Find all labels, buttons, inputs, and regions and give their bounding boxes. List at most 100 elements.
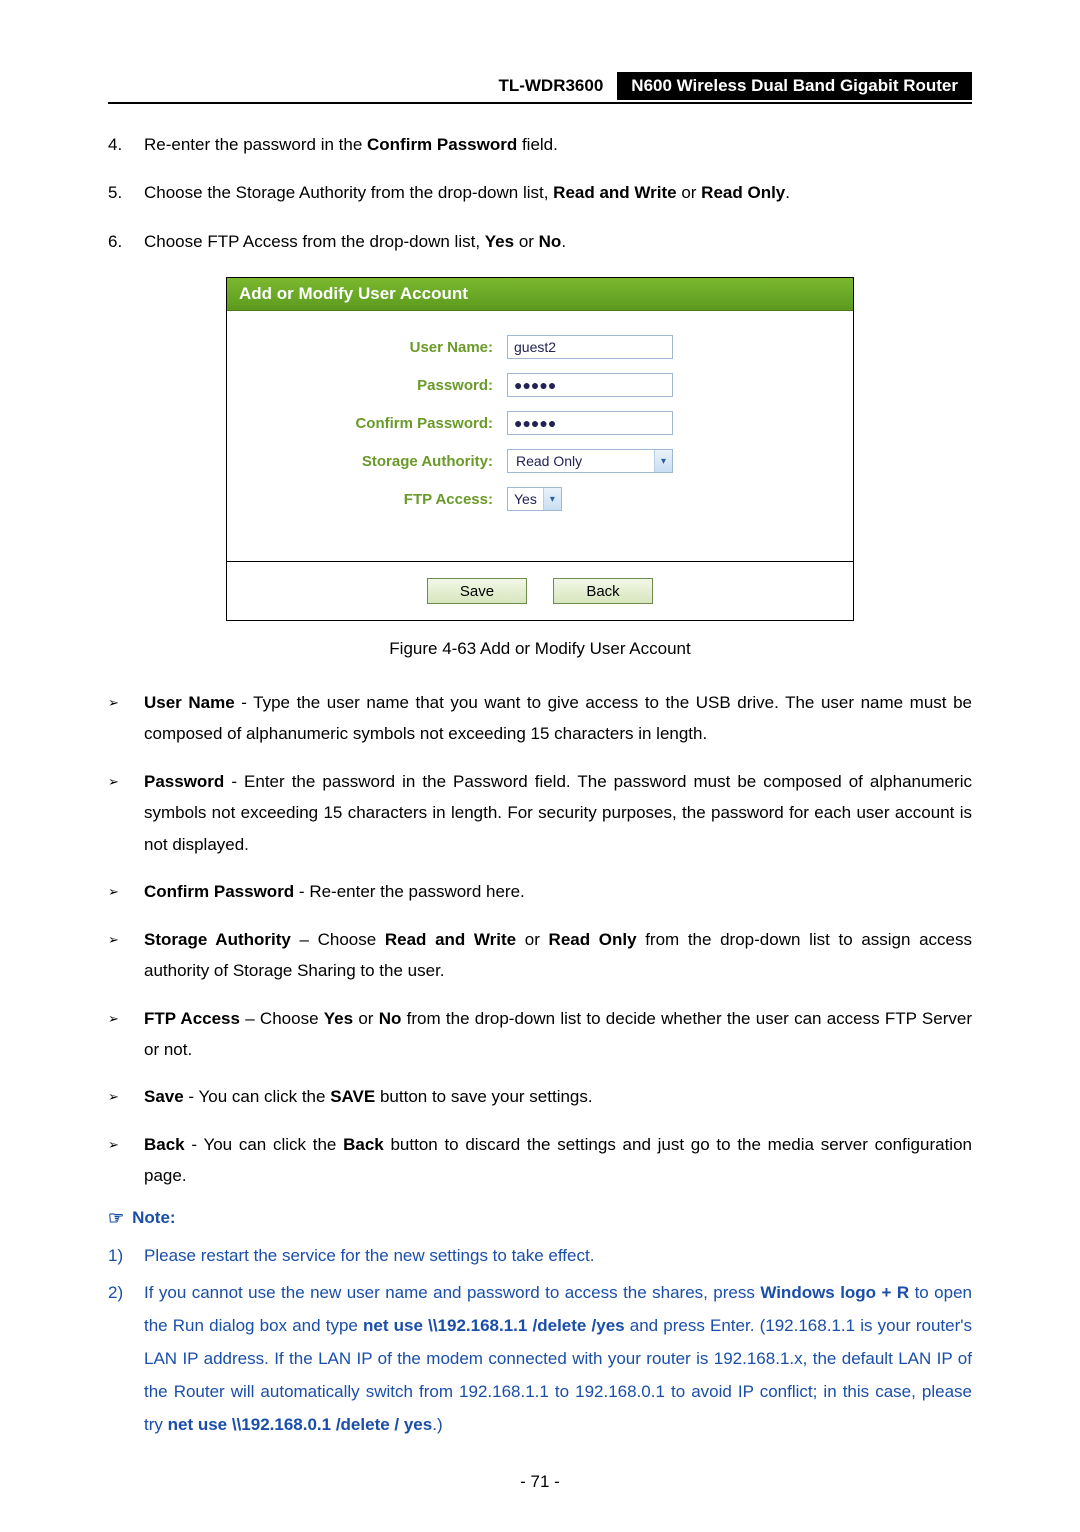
figure-caption: Figure 4-63 Add or Modify User Account xyxy=(108,639,972,659)
text: - xyxy=(184,1087,199,1106)
bold-text: Back xyxy=(144,1135,185,1154)
note-text: Please restart the service for the new s… xyxy=(144,1239,972,1272)
username-label: User Name: xyxy=(227,339,507,356)
bold-text: Read and Write xyxy=(553,183,676,202)
confirm-label: Confirm Password: xyxy=(227,415,507,432)
arrow-icon: ➢ xyxy=(108,766,144,860)
ftp-access-select[interactable]: Yes ▾ xyxy=(507,487,562,511)
password-input[interactable]: ●●●●● xyxy=(507,373,673,397)
step-6: 6. Choose FTP Access from the drop-down … xyxy=(108,229,972,255)
bullet-text: FTP Access – Choose Yes or No from the d… xyxy=(144,1003,972,1066)
bold-text: SAVE xyxy=(330,1087,375,1106)
bold-text: Save xyxy=(144,1087,184,1106)
text: button to save your settings. xyxy=(375,1087,592,1106)
text: Re-enter the password here. xyxy=(309,882,524,901)
bold-text: net use \\192.168.0.1 /delete / yes xyxy=(168,1415,433,1434)
text: or xyxy=(514,232,539,251)
header: TL-WDR3600 N600 Wireless Dual Band Gigab… xyxy=(108,72,972,104)
bold-text: Back xyxy=(343,1135,384,1154)
select-value: Read Only xyxy=(508,453,654,469)
arrow-icon: ➢ xyxy=(108,1129,144,1192)
bold-text: No xyxy=(379,1009,402,1028)
text: Type the user name that you want to give… xyxy=(144,693,972,743)
bullet-item: ➢Back - You can click the Back button to… xyxy=(108,1129,972,1192)
bold-text: FTP Access xyxy=(144,1009,240,1028)
username-input[interactable]: guest2 xyxy=(507,335,673,359)
bullet-item: ➢User Name - Type the user name that you… xyxy=(108,687,972,750)
bold-text: Read Only xyxy=(549,930,637,949)
step-text: Choose the Storage Authority from the dr… xyxy=(144,180,972,206)
bold-text: Yes xyxy=(324,1009,353,1028)
page: TL-WDR3600 N600 Wireless Dual Band Gigab… xyxy=(0,0,1080,1532)
text: Choose the Storage Authority from the dr… xyxy=(144,183,553,202)
save-button[interactable]: Save xyxy=(427,578,527,604)
storage-authority-select[interactable]: Read Only ▾ xyxy=(507,449,673,473)
bullet-item: ➢Save - You can click the SAVE button to… xyxy=(108,1081,972,1112)
bold-text: Yes xyxy=(485,232,514,251)
text: field. xyxy=(517,135,558,154)
bullet-item: ➢Storage Authority – Choose Read and Wri… xyxy=(108,924,972,987)
bullet-text: Save - You can click the SAVE button to … xyxy=(144,1081,972,1112)
text: - xyxy=(185,1135,204,1154)
step-text: Re-enter the password in the Confirm Pas… xyxy=(144,132,972,158)
bold-text: net use \\192.168.1.1 /delete /yes xyxy=(363,1316,625,1335)
ftp-access-label: FTP Access: xyxy=(227,491,507,508)
step-number: 6. xyxy=(108,229,144,255)
bold-text: User Name xyxy=(144,693,235,712)
figure-add-modify-user: Add or Modify User Account User Name: gu… xyxy=(226,277,854,621)
note-label: Note: xyxy=(132,1208,175,1228)
chevron-down-icon: ▾ xyxy=(543,488,561,510)
bold-text: Confirm Password xyxy=(144,882,294,901)
bold-text: No xyxy=(539,232,562,251)
text: - xyxy=(235,693,253,712)
text: Choose xyxy=(318,930,385,949)
text: .) xyxy=(432,1415,442,1434)
text: . xyxy=(785,183,790,202)
text: You can click the xyxy=(203,1135,343,1154)
bullet-text: Back - You can click the Back button to … xyxy=(144,1129,972,1192)
arrow-icon: ➢ xyxy=(108,876,144,907)
confirm-input[interactable]: ●●●●● xyxy=(507,411,673,435)
step-4: 4. Re-enter the password in the Confirm … xyxy=(108,132,972,158)
back-button[interactable]: Back xyxy=(553,578,653,604)
chevron-down-icon: ▾ xyxy=(654,450,672,472)
note-item: 1)Please restart the service for the new… xyxy=(108,1239,972,1272)
password-label: Password: xyxy=(227,377,507,394)
bullet-item: ➢Confirm Password - Re-enter the passwor… xyxy=(108,876,972,907)
note-text: If you cannot use the new user name and … xyxy=(144,1276,972,1442)
figure-footer: Save Back xyxy=(227,561,853,620)
select-value: Yes xyxy=(508,491,543,507)
text: - xyxy=(294,882,309,901)
text: Enter the password in the Password field… xyxy=(144,772,972,854)
text: . xyxy=(561,232,566,251)
bullet-text: Storage Authority – Choose Read and Writ… xyxy=(144,924,972,987)
note-header: ☞ Note: xyxy=(108,1208,972,1229)
step-5: 5. Choose the Storage Authority from the… xyxy=(108,180,972,206)
text: or xyxy=(516,930,548,949)
note-number: 2) xyxy=(108,1276,144,1442)
bold-text: Password xyxy=(144,772,224,791)
bullet-text: User Name - Type the user name that you … xyxy=(144,687,972,750)
note-item: 2)If you cannot use the new user name an… xyxy=(108,1276,972,1442)
text: Choose xyxy=(260,1009,324,1028)
figure-titlebar: Add or Modify User Account xyxy=(227,278,853,311)
bullet-text: Password - Enter the password in the Pas… xyxy=(144,766,972,860)
bold-text: Storage Authority xyxy=(144,930,291,949)
bold-text: Read and Write xyxy=(385,930,516,949)
bold-text: Confirm Password xyxy=(367,135,517,154)
bullet-text: Confirm Password - Re-enter the password… xyxy=(144,876,972,907)
bold-text: Read Only xyxy=(701,183,785,202)
header-title: N600 Wireless Dual Band Gigabit Router xyxy=(617,72,972,100)
header-model: TL-WDR3600 xyxy=(498,72,617,100)
text: – xyxy=(240,1009,260,1028)
page-number: - 71 - xyxy=(108,1472,972,1492)
pointing-hand-icon: ☞ xyxy=(108,1208,124,1229)
arrow-icon: ➢ xyxy=(108,687,144,750)
bold-text: Windows logo + R xyxy=(760,1283,909,1302)
bullet-item: ➢FTP Access – Choose Yes or No from the … xyxy=(108,1003,972,1066)
arrow-icon: ➢ xyxy=(108,924,144,987)
arrow-icon: ➢ xyxy=(108,1081,144,1112)
text: If you cannot use the new user name and … xyxy=(144,1283,760,1302)
text: – xyxy=(291,930,318,949)
step-text: Choose FTP Access from the drop-down lis… xyxy=(144,229,972,255)
